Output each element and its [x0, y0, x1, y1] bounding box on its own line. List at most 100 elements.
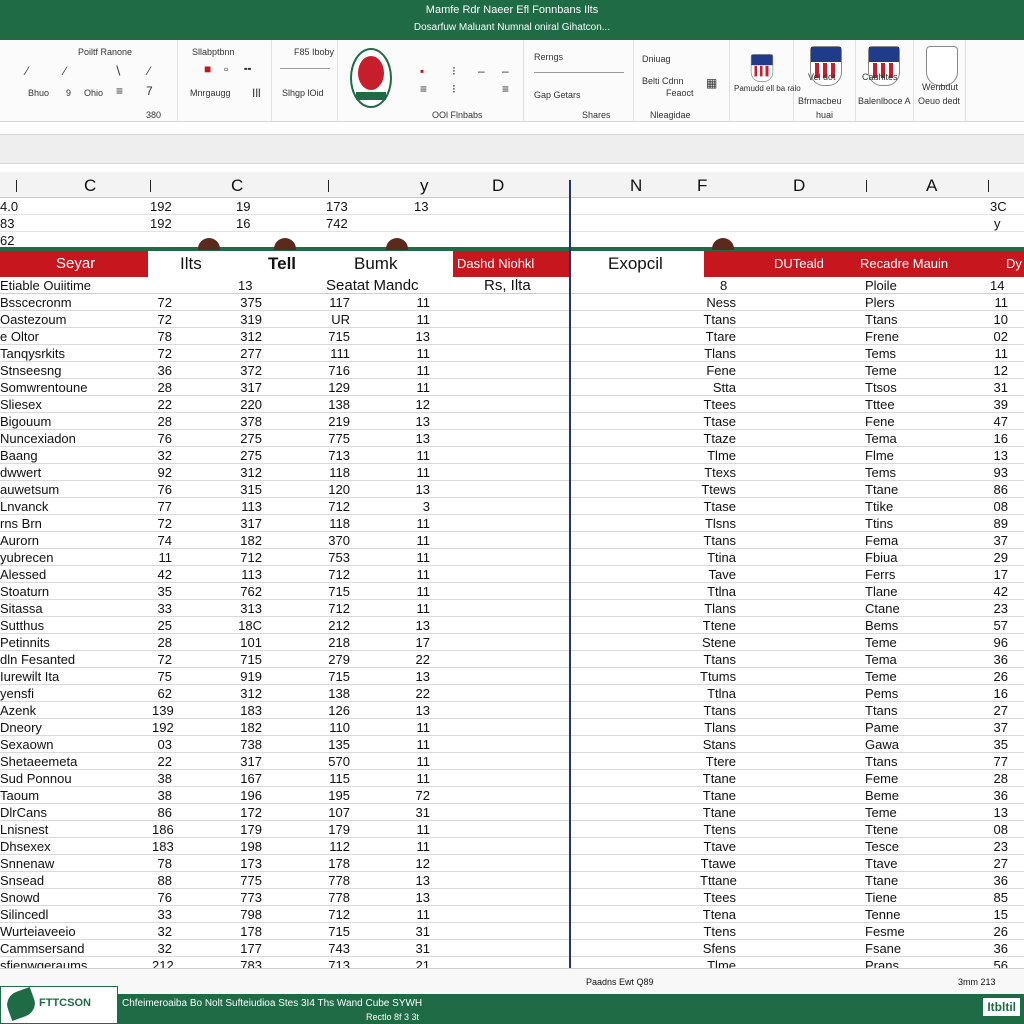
table-cell-f[interactable]: Ferrs — [865, 567, 901, 582]
table-row[interactable]: dln Fesanted 72 715 279 22 Ttans Tema 36 — [0, 651, 1024, 668]
table-cell-b[interactable]: 375 — [236, 295, 262, 310]
table-cell-e[interactable]: Fene — [700, 363, 736, 378]
table-cell-b[interactable]: 312 — [236, 686, 262, 701]
table-cell-name[interactable]: auwetsum — [0, 482, 150, 497]
header-cell-bumk[interactable]: Bumk — [340, 251, 452, 277]
table-cell-f[interactable]: Ttike — [865, 499, 901, 514]
table-row[interactable]: Nuncexiadon 76 275 775 13 Ttaze Tema 16 — [0, 430, 1024, 447]
italic-icon[interactable]: ⁄ — [64, 64, 66, 78]
table-cell-f[interactable]: Pems — [865, 686, 901, 701]
table-cell-b[interactable]: 182 — [236, 720, 262, 735]
table-cell-g[interactable]: 26 — [988, 669, 1008, 684]
table-cell-c[interactable]: 195 — [326, 788, 350, 803]
dash-icon[interactable]: – — [478, 64, 485, 78]
format-icon[interactable]: ╍ — [244, 62, 251, 76]
table-cell-c[interactable]: 753 — [326, 550, 350, 565]
table-cell-g[interactable]: 08 — [988, 822, 1008, 837]
list-icon[interactable]: ≡ — [116, 84, 123, 98]
table-cell-d[interactable]: 11 — [412, 516, 431, 531]
table-cell-g[interactable]: 27 — [988, 703, 1008, 718]
table-cell-b[interactable]: 773 — [236, 890, 262, 905]
table-cell-d[interactable]: 11 — [412, 465, 431, 480]
table-cell-d[interactable]: 11 — [412, 295, 431, 310]
table-cell-f[interactable]: Ttane — [865, 873, 901, 888]
table-cell-f[interactable]: Ctane — [865, 601, 901, 616]
table-cell-name[interactable]: DlrCans — [0, 805, 150, 820]
table-cell-name[interactable]: Sutthus — [0, 618, 150, 633]
table-cell-g[interactable]: 39 — [988, 397, 1008, 412]
table-cell-a[interactable]: 75 — [152, 669, 172, 684]
align-center-icon[interactable]: ≡ — [420, 82, 427, 96]
table-cell-e[interactable]: Ttane — [700, 771, 736, 786]
table-cell-e[interactable]: Ness — [700, 295, 736, 310]
table-cell-g[interactable]: 16 — [988, 686, 1008, 701]
table-cell-g[interactable]: 77 — [988, 754, 1008, 769]
align-left-icon[interactable]: ⁄ — [26, 64, 28, 78]
table-cell-a[interactable]: 38 — [152, 771, 172, 786]
table-cell-c[interactable]: 126 — [326, 703, 350, 718]
table-cell-a[interactable]: 76 — [152, 890, 172, 905]
table-row[interactable]: Iurewilt Ita 75 919 715 13 Ttums Teme 26 — [0, 668, 1024, 685]
table-cell-e[interactable]: Stene — [700, 635, 736, 650]
insert-icon[interactable]: ▪ — [420, 64, 424, 78]
table-cell-g[interactable]: 08 — [988, 499, 1008, 514]
table-row[interactable]: Azenk 139 183 126 13 Ttans Ttans 27 — [0, 702, 1024, 719]
delete-icon[interactable]: ⁝ — [452, 64, 456, 78]
table-cell-e[interactable]: Ttees — [700, 397, 736, 412]
table-cell-b[interactable]: 775 — [236, 873, 262, 888]
table-cell-b[interactable]: 113 — [236, 567, 262, 582]
table-cell-e[interactable]: Tlans — [700, 601, 736, 616]
formula-bar[interactable] — [0, 134, 1024, 164]
table-cell-g[interactable]: 37 — [988, 720, 1008, 735]
table-cell-c[interactable]: 570 — [326, 754, 350, 769]
table-cell-name[interactable]: Aurorn — [0, 533, 150, 548]
table-cell-g[interactable]: 96 — [988, 635, 1008, 650]
align-right-icon[interactable]: ≡ — [502, 82, 509, 96]
table-cell-name[interactable]: Azenk — [0, 703, 150, 718]
table-cell-g[interactable]: 47 — [988, 414, 1008, 429]
table-cell-g[interactable]: 23 — [988, 601, 1008, 616]
table-cell-name[interactable]: yensfi — [0, 686, 150, 701]
header-cell-exopcil[interactable]: Exopcil — [572, 251, 704, 277]
table-cell-a[interactable]: 183 — [152, 839, 174, 854]
table-row[interactable]: Taoum 38 196 195 72 Ttane Beme 36 — [0, 787, 1024, 804]
table-cell-f[interactable]: Tems — [865, 346, 901, 361]
table-cell-g[interactable]: 36 — [988, 873, 1008, 888]
table-cell-c[interactable]: 778 — [326, 890, 350, 905]
format-button[interactable]: Feaoct — [666, 88, 694, 98]
table-cell-d[interactable]: 13 — [412, 873, 430, 888]
wrap-icon[interactable]: ∖ — [114, 64, 122, 78]
table-cell-name[interactable]: Dhsexex — [0, 839, 150, 854]
table-cell-b[interactable]: 275 — [236, 448, 262, 463]
table-cell-f[interactable]: Flme — [865, 448, 901, 463]
table-cell-a[interactable]: 22 — [152, 754, 172, 769]
table-cell-e[interactable]: Ttans — [700, 312, 736, 327]
table-cell-name[interactable]: Sud Ponnou — [0, 771, 150, 786]
table-row[interactable]: Dneory 192 182 110 11 Tlans Pame 37 — [0, 719, 1024, 736]
table-cell-b[interactable]: 182 — [236, 533, 262, 548]
table-cell-name[interactable]: Petinnits — [0, 635, 150, 650]
table-cell-c[interactable]: 118 — [326, 516, 350, 531]
table-cell-e[interactable]: Ttaze — [700, 431, 736, 446]
table-cell-d[interactable]: 31 — [412, 924, 430, 939]
table-cell-b[interactable]: 277 — [236, 346, 262, 361]
table-cell-a[interactable]: 88 — [152, 873, 172, 888]
table-cell-name[interactable]: Wurteiaveeio — [0, 924, 150, 939]
table-cell-a[interactable]: 78 — [152, 856, 172, 871]
table-cell-a[interactable]: 32 — [152, 448, 172, 463]
table-cell-f[interactable]: Plers — [865, 295, 901, 310]
table-cell-b[interactable]: 179 — [236, 822, 262, 837]
table-cell-c[interactable]: 716 — [326, 363, 350, 378]
table-cell-name[interactable]: yubrecen — [0, 550, 150, 565]
header-cell-recadre[interactable]: Recadre Mauin — [854, 251, 1004, 277]
table-cell-c[interactable]: 138 — [326, 397, 350, 412]
table-row[interactable]: yensfi 62 312 138 22 Ttlna Pems 16 — [0, 685, 1024, 702]
column-header-c1[interactable]: C — [84, 176, 96, 196]
table-cell-b[interactable]: 173 — [236, 856, 262, 871]
table-cell-e[interactable]: Ttees — [700, 890, 736, 905]
table-cell-c[interactable]: 743 — [326, 941, 350, 956]
column-header-a[interactable]: A — [926, 176, 937, 196]
table-cell-b[interactable]: 715 — [236, 652, 262, 667]
table-cell-d[interactable]: 11 — [412, 754, 431, 769]
table-cell-e[interactable]: Stta — [700, 380, 736, 395]
